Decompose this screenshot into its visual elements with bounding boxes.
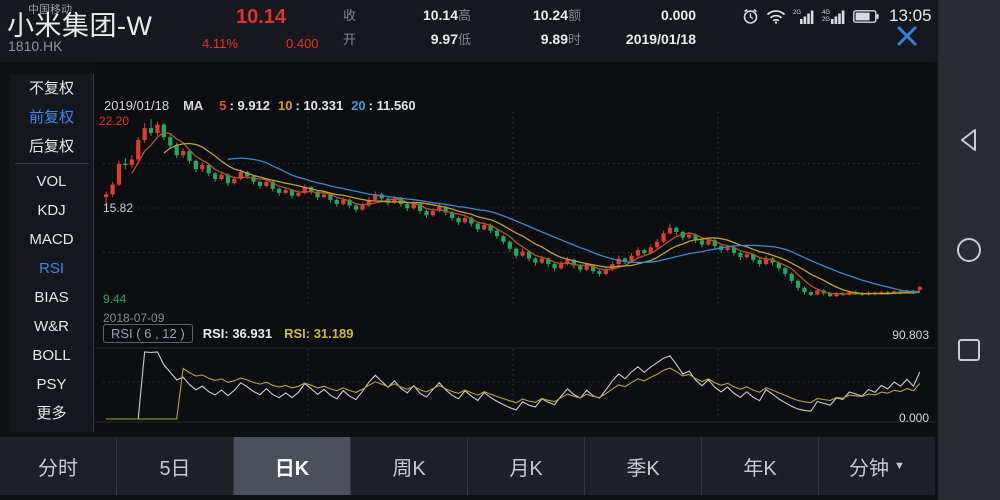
rsi12-line: [106, 368, 920, 419]
svg-text:2G: 2G: [822, 17, 830, 23]
tab-monthly-k[interactable]: 月K: [468, 437, 585, 495]
period-tabbar: 分时5日日K周K月K季K年K分钟▼: [0, 437, 935, 495]
quote-时: 时2019/01/18: [568, 29, 696, 48]
candlestick-chart-canvas[interactable]: [95, 62, 935, 432]
status-icons: 2G 4G2G 13:05: [742, 6, 932, 26]
grid-lines: [95, 112, 935, 422]
sidebar-item-rsi[interactable]: RSI: [10, 254, 93, 283]
ma20-period: 20: [351, 98, 365, 113]
sidebar-item-bias[interactable]: BIAS: [10, 283, 93, 312]
rsi6-value: RSI: 36.931: [203, 326, 272, 341]
sidebar-item-psy[interactable]: PSY: [10, 370, 93, 399]
ma-values: 5 : 9.912 10: 10.331 20 : 11.560: [211, 98, 415, 113]
stock-header: 中国移动 小米集团-W 1810.HK 10.14 4.11% 0.400 收1…: [0, 0, 940, 62]
quote-低: 低9.89: [458, 29, 568, 48]
ma10-period: 10: [278, 98, 292, 113]
current-price: 10.14: [236, 6, 286, 29]
sidebar-item-kdj[interactable]: KDJ: [10, 196, 93, 225]
back-icon[interactable]: [957, 127, 981, 158]
crosshair-date: 2019/01/18: [104, 98, 169, 113]
ma10-line: [164, 144, 920, 294]
ma-legend: 2019/01/18 MA 5 : 9.912 10: 10.331 20 : 11.5…: [104, 98, 416, 113]
indicator-sidebar: 不复权前复权后复权 VOLKDJMACDRSIBIASW&RBOLLPSY更多: [10, 74, 94, 432]
ma5-value: : 9.912: [230, 98, 270, 113]
android-navbar: [938, 0, 1000, 500]
sidebar-item-forward-adjust[interactable]: 前复权: [10, 103, 93, 132]
sidebar-item-boll[interactable]: BOLL: [10, 341, 93, 370]
tab-minute[interactable]: 分钟▼: [819, 437, 935, 495]
sidebar-item-back-adjust[interactable]: 后复权: [10, 132, 93, 161]
app-screen: 中国移动 小米集团-W 1810.HK 10.14 4.11% 0.400 收1…: [0, 0, 1000, 500]
tab-daily-k[interactable]: 日K: [234, 437, 351, 495]
quote-额: 额0.000: [568, 5, 696, 24]
sidebar-item-no-adjust[interactable]: 不复权: [10, 74, 93, 103]
rsi-header: RSI ( 6 , 12 ) RSI: 36.931 RSI: 31.189: [103, 324, 353, 343]
change-absolute: 0.400: [286, 36, 319, 51]
price-mid-label: 15.82: [103, 201, 133, 215]
sidebar-item-vol[interactable]: VOL: [10, 167, 93, 196]
sidebar-item-more[interactable]: 更多: [10, 399, 93, 428]
tab-5day[interactable]: 5日: [117, 437, 234, 495]
start-date-label: 2018-07-09: [103, 311, 164, 325]
tab-quarterly-k[interactable]: 季K: [585, 437, 702, 495]
change-percent: 4.11%: [202, 36, 238, 51]
rsi-axis-min: 0.000: [899, 411, 929, 425]
chevron-down-icon: ▼: [894, 460, 905, 472]
recents-icon[interactable]: [957, 338, 981, 367]
battery-icon: [853, 10, 879, 23]
tab-time[interactable]: 分时: [0, 437, 117, 495]
quote-开: 开9.97: [343, 29, 458, 48]
quote-grid: 收10.14高10.24额0.000 开9.97低9.89时2019/01/18: [343, 5, 696, 48]
rsi12-value: RSI: 31.189: [284, 326, 353, 341]
ma20-line: [228, 158, 920, 293]
home-icon[interactable]: [956, 237, 982, 268]
quote-高: 高10.24: [458, 5, 568, 24]
close-icon[interactable]: [894, 24, 920, 48]
sidebar-item-wr[interactable]: W&R: [10, 312, 93, 341]
signal-2g-icon: 2G: [793, 8, 815, 25]
chart-region: 2019/01/18 MA 5 : 9.912 10: 10.331 20 : 11.5…: [95, 62, 935, 432]
tab-weekly-k[interactable]: 周K: [351, 437, 468, 495]
stock-symbol: 1810.HK: [8, 38, 62, 54]
sidebar-item-macd[interactable]: MACD: [10, 225, 93, 254]
price-high-label: 22.20: [99, 114, 129, 128]
rsi-settings-button[interactable]: RSI ( 6 , 12 ): [103, 324, 193, 343]
status-time: 13:05: [889, 6, 932, 26]
svg-text:2G: 2G: [793, 10, 801, 16]
quote-收: 收10.14: [343, 5, 458, 24]
wifi-icon: [766, 9, 786, 24]
tab-yearly-k[interactable]: 年K: [702, 437, 819, 495]
rsi-axis-max: 90.803: [892, 328, 929, 342]
svg-text:4G: 4G: [822, 10, 830, 16]
ma10-value: : 10.331: [295, 98, 343, 113]
alarm-icon: [742, 8, 759, 25]
price-low-label: 9.44: [103, 292, 126, 306]
sidebar-divider: [15, 163, 89, 164]
ma5-period: 5: [219, 98, 226, 113]
signal-4g-icon: 4G2G: [822, 8, 846, 25]
ma20-value: : 11.560: [369, 98, 416, 113]
ma5-line: [132, 133, 920, 294]
ma-label: MA: [183, 98, 203, 113]
